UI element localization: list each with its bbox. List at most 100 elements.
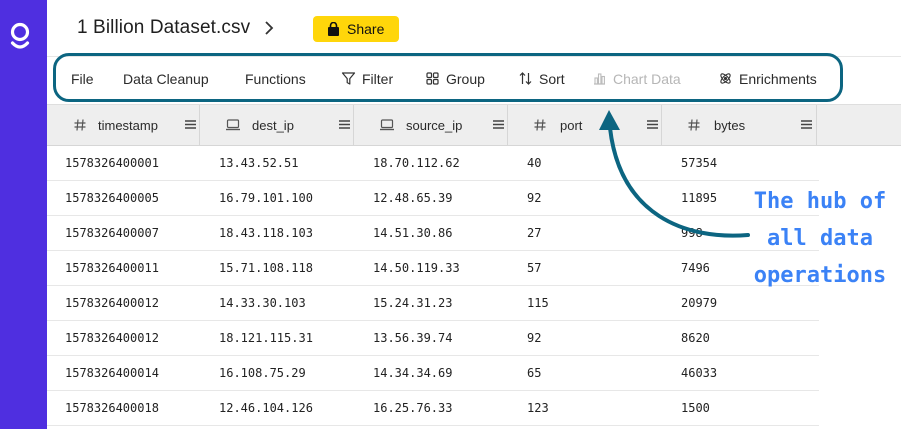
cell-bytes: 1500: [681, 401, 710, 415]
column-menu-icon[interactable]: [801, 120, 812, 129]
cell-port: 57: [527, 261, 542, 275]
table-row[interactable]: 1578326400007 18.43.118.103 14.51.30.86 …: [47, 216, 819, 251]
cell-timestamp: 1578326400005: [65, 191, 159, 205]
cell-port: 27: [527, 226, 542, 240]
cell-timestamp: 1578326400018: [65, 401, 159, 415]
cell-bytes: 11895: [681, 191, 718, 205]
hash-icon: [688, 119, 700, 131]
menu-data-cleanup[interactable]: Data Cleanup: [123, 56, 209, 101]
menu-file[interactable]: File: [71, 56, 94, 101]
chart-icon: [594, 73, 605, 85]
cell-dest-ip: 15.71.108.118: [219, 261, 313, 275]
column-menu-icon[interactable]: [339, 120, 350, 129]
cell-dest-ip: 14.33.30.103: [219, 296, 306, 310]
menu-enrichments[interactable]: Enrichments: [718, 56, 817, 101]
cell-source-ip: 18.70.112.62: [373, 156, 460, 170]
menu-chart-data[interactable]: Chart Data: [592, 56, 681, 101]
column-header-source-ip[interactable]: source_ip: [354, 105, 508, 146]
column-name: port: [560, 118, 583, 133]
cell-source-ip: 12.48.65.39: [373, 191, 453, 205]
filter-icon: [341, 72, 356, 85]
cell-source-ip: 14.50.119.33: [373, 261, 460, 275]
ip-icon: [380, 119, 394, 131]
menu-file-label: File: [71, 70, 94, 87]
column-header-dest-ip[interactable]: dest_ip: [200, 105, 354, 146]
menu-functions[interactable]: Functions: [245, 56, 306, 101]
menu-chart-data-label: Chart Data: [613, 70, 681, 87]
cell-timestamp: 1578326400011: [65, 261, 159, 275]
cell-dest-ip: 18.121.115.31: [219, 331, 313, 345]
table-row[interactable]: 1578326400005 16.79.101.100 12.48.65.39 …: [47, 181, 819, 216]
menu-group-label: Group: [446, 70, 485, 87]
table-row[interactable]: 1578326400018 12.46.104.126 16.25.76.33 …: [47, 391, 819, 426]
column-header-timestamp[interactable]: timestamp: [47, 105, 200, 146]
table-row[interactable]: 1578326400014 16.108.75.29 14.34.34.69 6…: [47, 356, 819, 391]
ip-icon: [226, 119, 240, 131]
menu-filter-label: Filter: [362, 70, 394, 87]
grid-header: timestamp dest_ip source_ip port bytes: [47, 104, 901, 146]
table-row[interactable]: 1578326400011 15.71.108.118 14.50.119.33…: [47, 251, 819, 286]
sort-icon: [519, 72, 532, 85]
hash-icon: [74, 119, 86, 131]
cell-dest-ip: 13.43.52.51: [219, 156, 299, 170]
app-logo-icon[interactable]: [8, 21, 32, 53]
menu-functions-label: Functions: [245, 70, 306, 87]
title-bar: 1 Billion Dataset.csv Share: [47, 0, 901, 56]
menu-data-cleanup-label: Data Cleanup: [123, 70, 209, 87]
toolbar: File Data Cleanup Functions Filter Group…: [55, 56, 843, 101]
table-row[interactable]: 1578326400001 13.43.52.51 18.70.112.62 4…: [47, 146, 819, 181]
column-name: timestamp: [98, 118, 158, 133]
cell-dest-ip: 18.43.118.103: [219, 226, 313, 240]
cell-port: 92: [527, 331, 542, 345]
share-label: Share: [347, 21, 385, 37]
file-title[interactable]: 1 Billion Dataset.csv: [77, 17, 250, 39]
cell-bytes: 7496: [681, 261, 710, 275]
cell-port: 92: [527, 191, 542, 205]
group-icon: [426, 72, 439, 85]
cell-timestamp: 1578326400014: [65, 366, 159, 380]
annotation-line: operations: [753, 263, 887, 288]
cell-source-ip: 14.51.30.86: [373, 226, 453, 240]
cell-source-ip: 14.34.34.69: [373, 366, 453, 380]
annotation-line: all data: [767, 226, 873, 251]
cell-port: 65: [527, 366, 542, 380]
chevron-right-icon[interactable]: [262, 20, 276, 36]
menu-group[interactable]: Group: [425, 56, 485, 101]
column-menu-icon[interactable]: [493, 120, 504, 129]
column-header-bytes[interactable]: bytes: [662, 105, 817, 146]
cell-bytes: 57354: [681, 156, 718, 170]
cell-bytes: 8620: [681, 331, 710, 345]
enrichments-icon: [720, 73, 731, 84]
hash-icon: [534, 119, 546, 131]
cell-bytes: 46033: [681, 366, 718, 380]
menu-filter[interactable]: Filter: [341, 56, 393, 101]
cell-timestamp: 1578326400012: [65, 296, 159, 310]
app-sidebar: [0, 0, 47, 429]
column-header-port[interactable]: port: [508, 105, 662, 146]
column-menu-icon[interactable]: [185, 120, 196, 129]
column-menu-icon[interactable]: [647, 120, 658, 129]
cell-port: 40: [527, 156, 542, 170]
menu-enrichments-label: Enrichments: [739, 70, 817, 87]
table-row[interactable]: 1578326400012 14.33.30.103 15.24.31.23 1…: [47, 286, 819, 321]
cell-source-ip: 16.25.76.33: [373, 401, 453, 415]
column-name: source_ip: [406, 118, 463, 133]
cell-source-ip: 13.56.39.74: [373, 331, 453, 345]
share-button[interactable]: Share: [313, 16, 399, 42]
cell-source-ip: 15.24.31.23: [373, 296, 453, 310]
cell-timestamp: 1578326400007: [65, 226, 159, 240]
cell-bytes: 20979: [681, 296, 718, 310]
table-row[interactable]: 1578326400012 18.121.115.31 13.56.39.74 …: [47, 321, 819, 356]
menu-sort[interactable]: Sort: [518, 56, 565, 101]
cell-bytes: 998: [681, 226, 703, 240]
cell-dest-ip: 16.108.75.29: [219, 366, 306, 380]
cell-timestamp: 1578326400012: [65, 331, 159, 345]
annotation-text: The hub of all data operations: [740, 183, 900, 294]
cell-port: 123: [527, 401, 549, 415]
cell-dest-ip: 16.79.101.100: [219, 191, 313, 205]
column-name: dest_ip: [252, 118, 294, 133]
column-name: bytes: [714, 118, 746, 133]
lock-icon: [328, 22, 339, 36]
annotation-line: The hub of: [753, 189, 887, 214]
cell-timestamp: 1578326400001: [65, 156, 159, 170]
